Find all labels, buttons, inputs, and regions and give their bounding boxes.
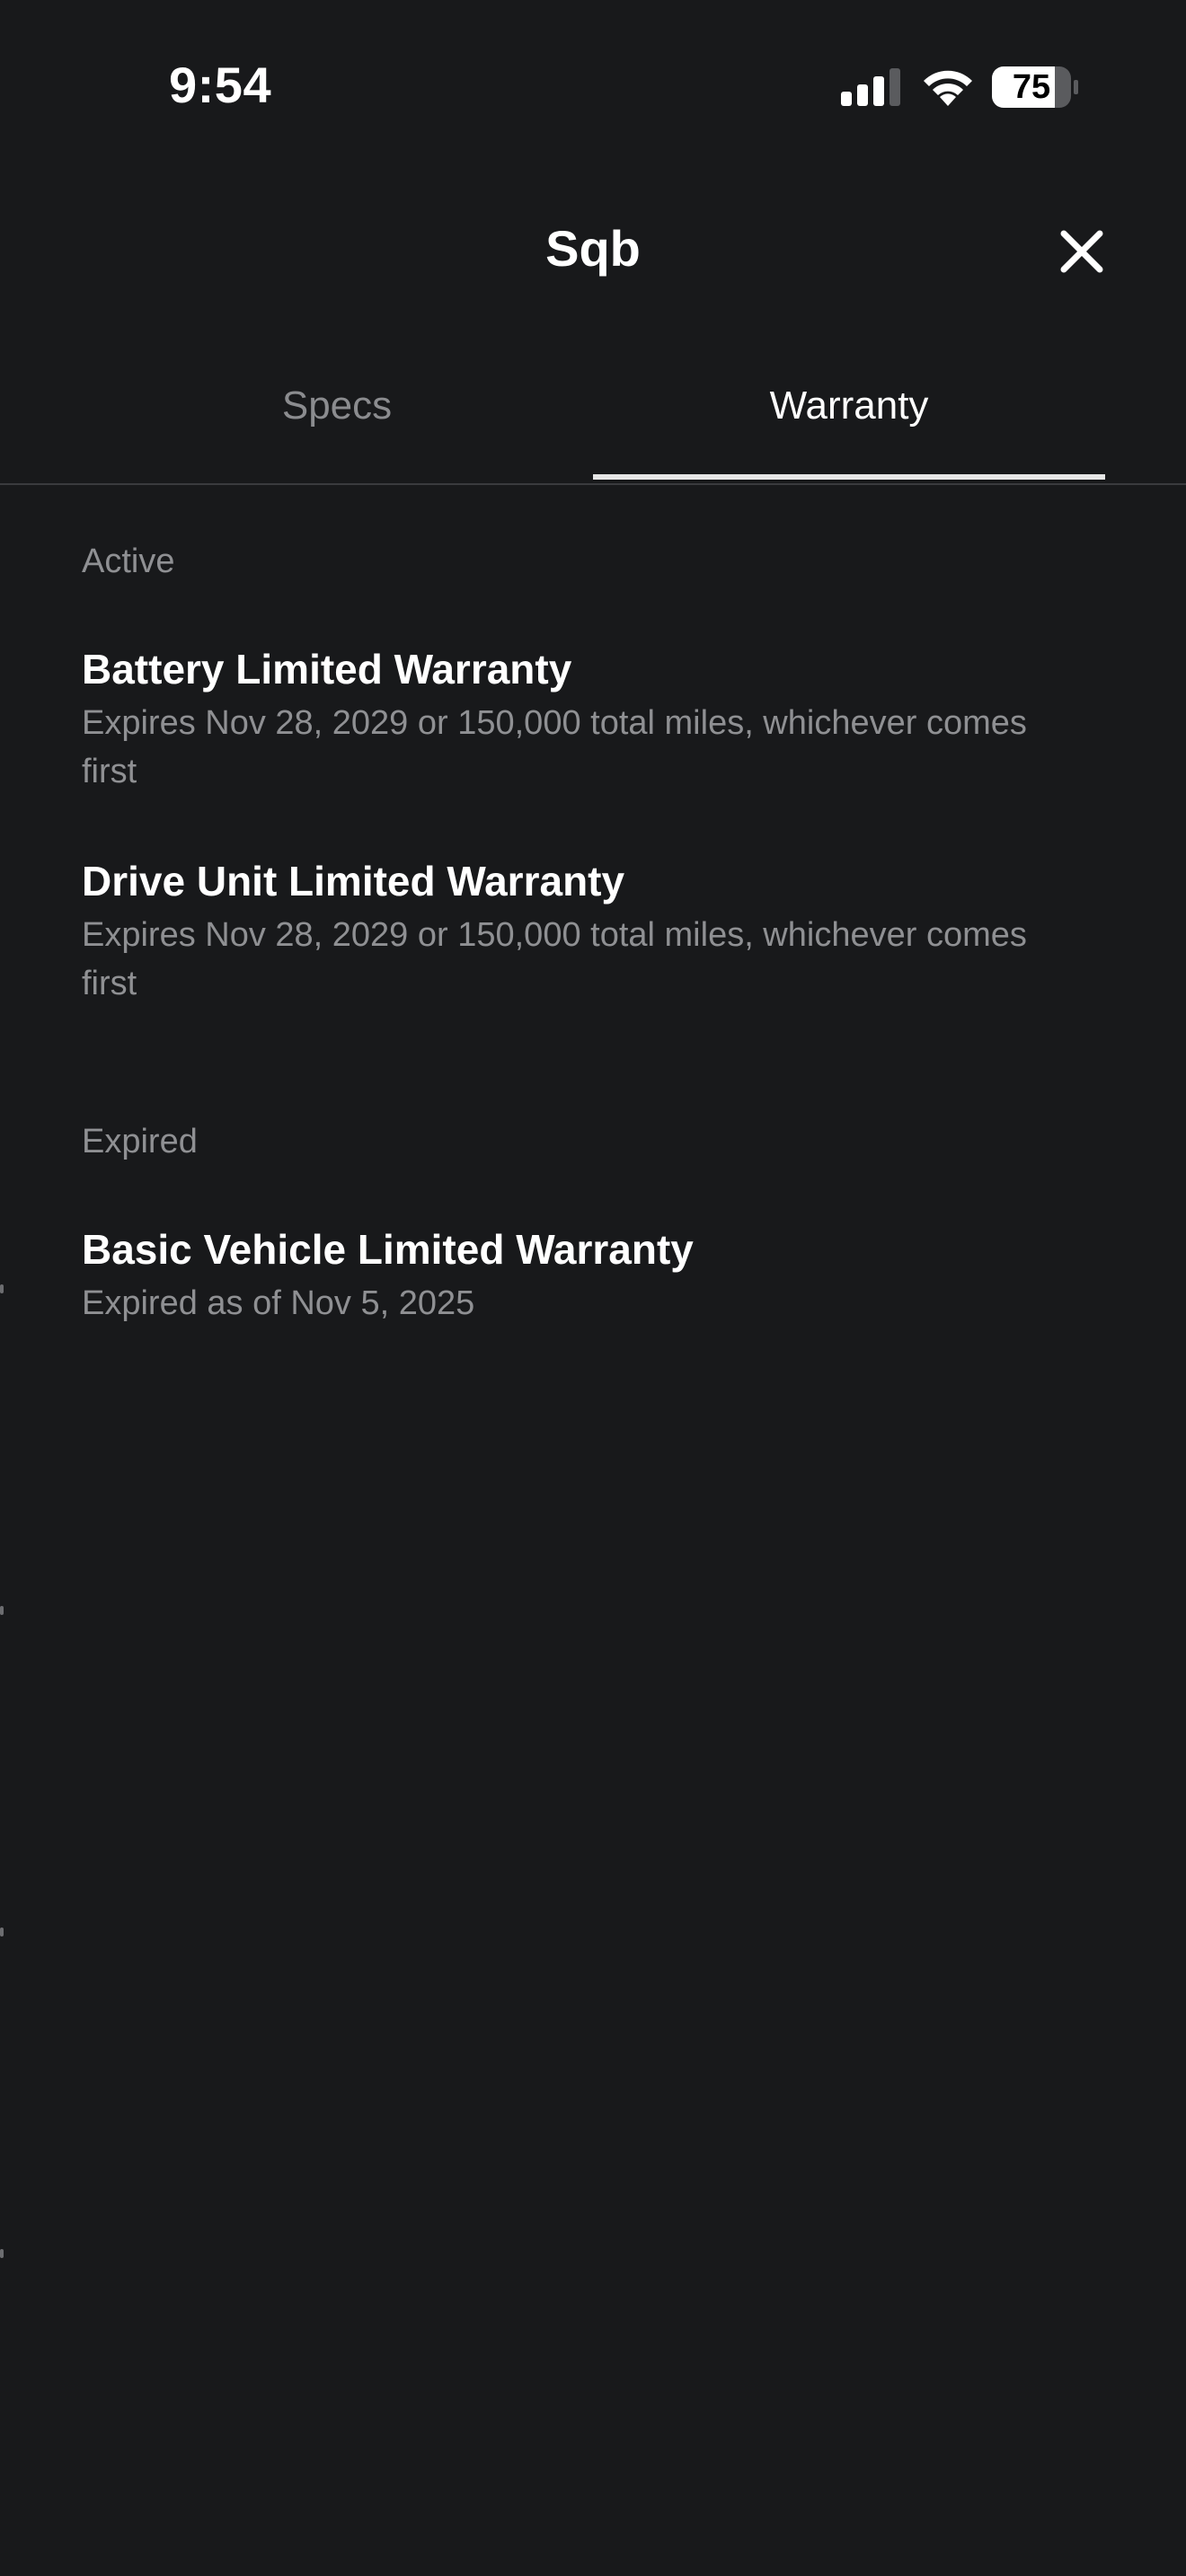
close-button[interactable] [1051,221,1112,282]
warranty-title: Drive Unit Limited Warranty [82,858,625,904]
tab-specs[interactable]: Specs [81,359,593,480]
cellular-signal-icon [841,68,900,106]
warranty-item-basic-vehicle: Basic Vehicle Limited Warranty Expired a… [82,1223,1088,1328]
warranty-item-battery: Battery Limited Warranty Expires Nov 28,… [82,643,1088,796]
edge-marker [0,1928,4,1936]
warranty-description: Expires Nov 28, 2029 or 150,000 total mi… [82,704,1027,790]
edge-marker [0,1284,4,1293]
warranty-description: Expires Nov 28, 2029 or 150,000 total mi… [82,916,1027,1002]
warranty-description: Expired as of Nov 5, 2025 [82,1284,475,1322]
status-bar: 9:54 75 [0,0,1186,171]
tab-warranty[interactable]: Warranty [593,359,1105,480]
header: Sqb [0,198,1186,305]
section-label-active: Active [82,543,175,580]
warranty-item-drive-unit: Drive Unit Limited Warranty Expires Nov … [82,855,1088,1008]
warranty-title: Basic Vehicle Limited Warranty [82,1226,694,1273]
status-time: 9:54 [169,57,272,113]
battery-level-text: 75 [1012,68,1051,106]
edge-marker [0,2249,4,2258]
section-label-expired: Expired [82,1123,198,1160]
warranty-title: Battery Limited Warranty [82,646,572,693]
edge-marker [0,1606,4,1615]
page-title: Sqb [545,220,641,277]
close-icon [1060,230,1103,273]
tab-bar: Specs Warranty [0,359,1186,485]
wifi-icon [924,70,972,106]
